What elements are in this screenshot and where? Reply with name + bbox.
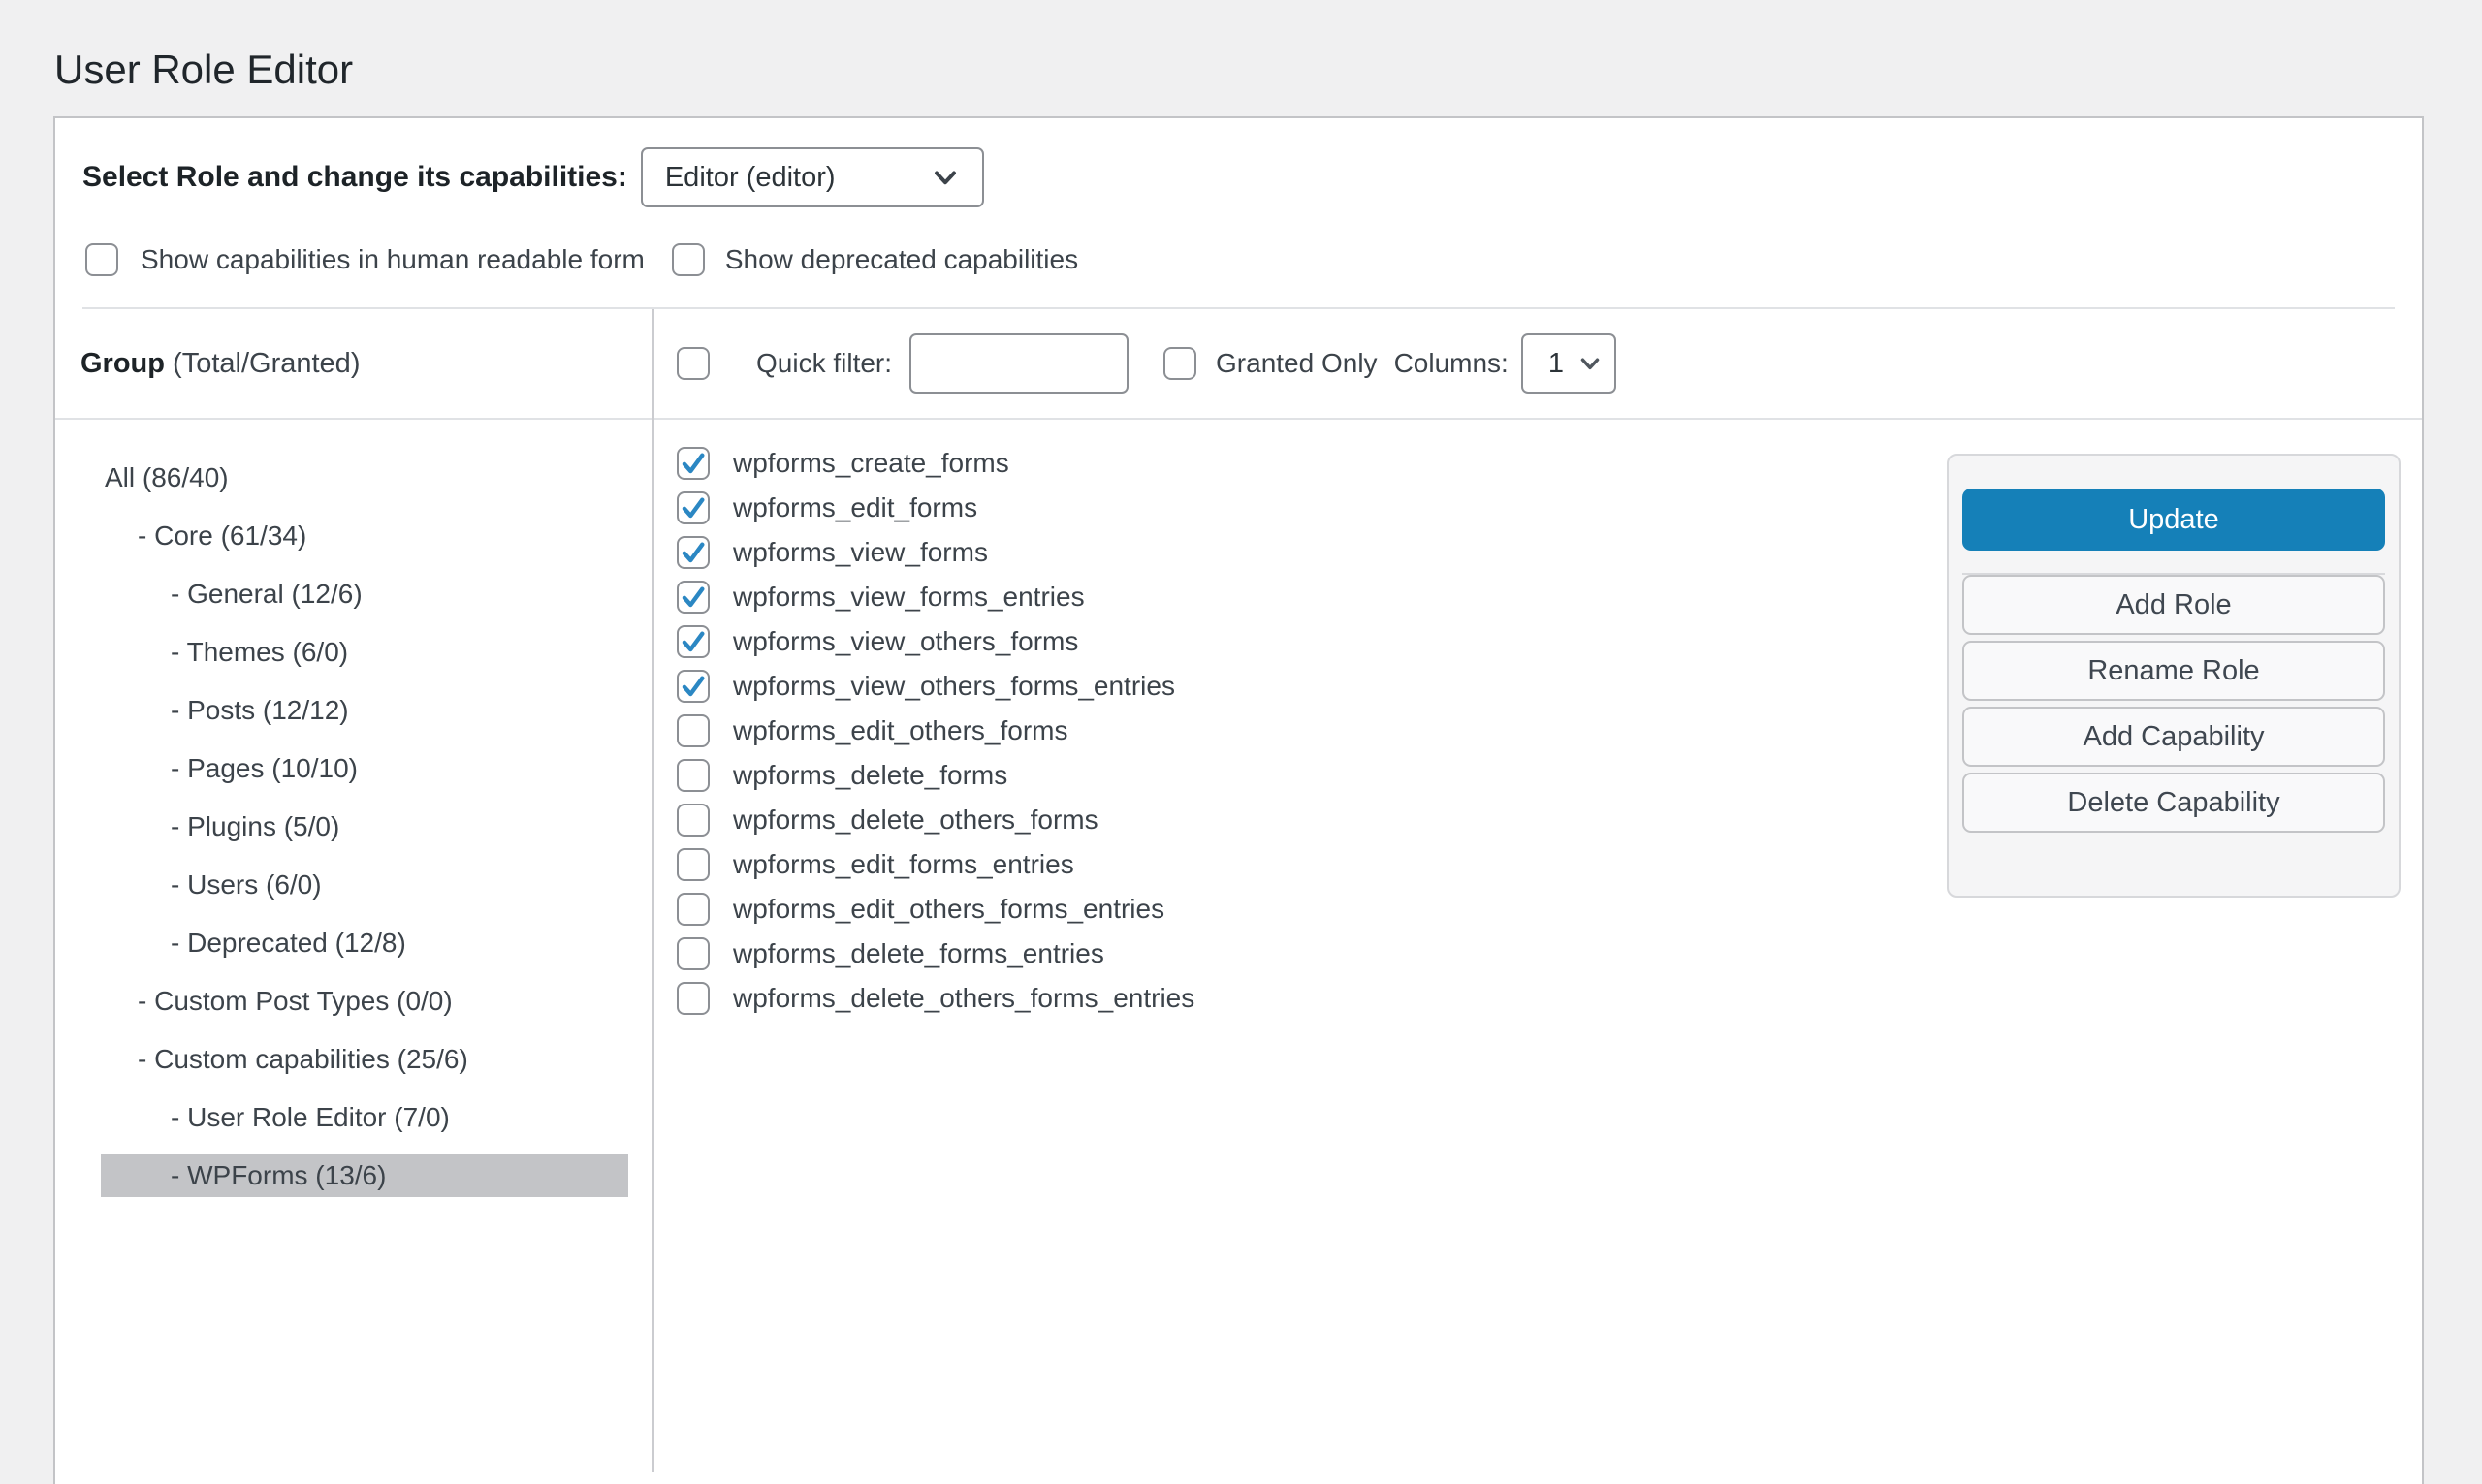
capability-row: wpforms_delete_forms_entries	[677, 931, 2422, 976]
actions-panel: Update Add Role Rename Role Add Capabili…	[1947, 454, 2401, 898]
group-tree-item[interactable]: - Deprecated (12/8)	[55, 914, 652, 972]
human-readable-checkbox[interactable]	[85, 243, 118, 276]
group-tree-item-label: - Users (6/0)	[55, 869, 322, 900]
granted-only-checkbox[interactable]	[1163, 347, 1196, 380]
group-tree-item[interactable]: - Custom Post Types (0/0)	[55, 972, 652, 1030]
group-tree-item[interactable]: - Posts (12/12)	[55, 681, 652, 740]
filter-row: Quick filter: Granted Only Columns: 1	[654, 309, 2422, 420]
granted-only-label: Granted Only	[1216, 348, 1378, 379]
capability-checkbox[interactable]	[677, 491, 710, 524]
group-header-rest: (Total/Granted)	[165, 348, 360, 379]
group-tree-item-label: - Custom Post Types (0/0)	[55, 986, 453, 1017]
capability-checkbox[interactable]	[677, 937, 710, 970]
capability-checkbox[interactable]	[677, 625, 710, 658]
group-tree-item-label: - Deprecated (12/8)	[55, 928, 406, 959]
capability-checkbox[interactable]	[677, 670, 710, 703]
group-tree-item[interactable]: - Core (61/34)	[55, 507, 652, 565]
deprecated-label: Show deprecated capabilities	[725, 244, 1078, 275]
group-header: Group (Total/Granted)	[55, 309, 652, 420]
capability-label: wpforms_view_others_forms_entries	[733, 671, 1175, 702]
group-tree-item[interactable]: - Users (6/0)	[55, 856, 652, 914]
group-tree-item-label: - General (12/6)	[55, 579, 363, 610]
capability-label: wpforms_delete_forms_entries	[733, 938, 1104, 969]
capability-label: wpforms_delete_others_forms_entries	[733, 983, 1194, 1014]
add-capability-button[interactable]: Add Capability	[1962, 707, 2385, 767]
group-tree-item-label: - WPForms (13/6)	[101, 1154, 628, 1197]
display-options-row: Show capabilities in human readable form…	[85, 242, 2395, 277]
group-tree-item-label: All (86/40)	[55, 462, 229, 493]
capability-label: wpforms_view_forms	[733, 537, 988, 568]
group-tree-item[interactable]: All (86/40)	[55, 449, 652, 507]
capability-label: wpforms_edit_forms	[733, 492, 977, 523]
group-tree-item[interactable]: - WPForms (13/6)	[55, 1147, 652, 1205]
capability-checkbox[interactable]	[677, 848, 710, 881]
group-tree-item[interactable]: - Themes (6/0)	[55, 623, 652, 681]
columns-select-value: 1	[1548, 348, 1564, 380]
capability-label: wpforms_edit_forms_entries	[733, 849, 1074, 880]
columns-label: Columns:	[1394, 348, 1509, 379]
capability-label: wpforms_view_others_forms	[733, 626, 1078, 657]
capability-label: wpforms_delete_forms	[733, 760, 1007, 791]
select-all-checkbox[interactable]	[677, 347, 710, 380]
group-tree-item-label: - Custom capabilities (25/6)	[55, 1044, 468, 1075]
user-role-editor-panel: Select Role and change its capabilities:…	[53, 116, 2424, 1484]
rename-role-button[interactable]: Rename Role	[1962, 641, 2385, 701]
group-tree-item[interactable]: - Custom capabilities (25/6)	[55, 1030, 652, 1089]
capability-label: wpforms_edit_others_forms	[733, 715, 1067, 746]
capability-row: wpforms_delete_others_forms_entries	[677, 976, 2422, 1021]
group-tree-item-label: - Posts (12/12)	[55, 695, 349, 726]
group-tree: All (86/40) - Core (61/34) - General (12/6…	[55, 420, 652, 1205]
capability-checkbox[interactable]	[677, 804, 710, 837]
groups-column: Group (Total/Granted) All (86/40) - Core …	[55, 309, 654, 1472]
capability-checkbox[interactable]	[677, 759, 710, 792]
role-select-value: Editor (editor)	[665, 162, 836, 194]
capability-checkbox[interactable]	[677, 714, 710, 747]
group-tree-item[interactable]: - User Role Editor (7/0)	[55, 1089, 652, 1147]
quick-filter-input[interactable]	[909, 333, 1129, 394]
role-select-label: Select Role and change its capabilities:	[82, 161, 627, 194]
add-role-button[interactable]: Add Role	[1962, 575, 2385, 635]
group-header-bold: Group	[80, 348, 165, 379]
capability-label: wpforms_view_forms_entries	[733, 582, 1085, 613]
capability-label: wpforms_delete_others_forms	[733, 805, 1098, 836]
update-button[interactable]: Update	[1962, 489, 2385, 551]
human-readable-label: Show capabilities in human readable form	[141, 244, 645, 275]
capability-label: wpforms_edit_others_forms_entries	[733, 894, 1164, 925]
group-tree-item-label: - Core (61/34)	[55, 521, 306, 552]
capability-checkbox[interactable]	[677, 893, 710, 926]
group-tree-item[interactable]: - Plugins (5/0)	[55, 798, 652, 856]
group-tree-item-label: - Pages (10/10)	[55, 753, 358, 784]
delete-capability-button[interactable]: Delete Capability	[1962, 773, 2385, 833]
capability-checkbox[interactable]	[677, 982, 710, 1015]
group-tree-item-label: - User Role Editor (7/0)	[55, 1102, 450, 1133]
page-title: User Role Editor	[54, 45, 353, 95]
capability-checkbox[interactable]	[677, 536, 710, 569]
chevron-down-icon	[1575, 349, 1605, 378]
quick-filter-label: Quick filter:	[756, 348, 892, 379]
chevron-down-icon	[928, 160, 963, 195]
capability-checkbox[interactable]	[677, 581, 710, 614]
group-tree-item-label: - Plugins (5/0)	[55, 811, 339, 842]
group-tree-item-label: - Themes (6/0)	[55, 637, 348, 668]
columns-select[interactable]: 1	[1521, 333, 1616, 394]
capability-label: wpforms_create_forms	[733, 448, 1009, 479]
group-tree-item[interactable]: - General (12/6)	[55, 565, 652, 623]
role-select[interactable]: Editor (editor)	[641, 147, 984, 207]
deprecated-checkbox[interactable]	[672, 243, 705, 276]
group-tree-item[interactable]: - Pages (10/10)	[55, 740, 652, 798]
capability-checkbox[interactable]	[677, 447, 710, 480]
role-selector-row: Select Role and change its capabilities:…	[82, 147, 2395, 207]
